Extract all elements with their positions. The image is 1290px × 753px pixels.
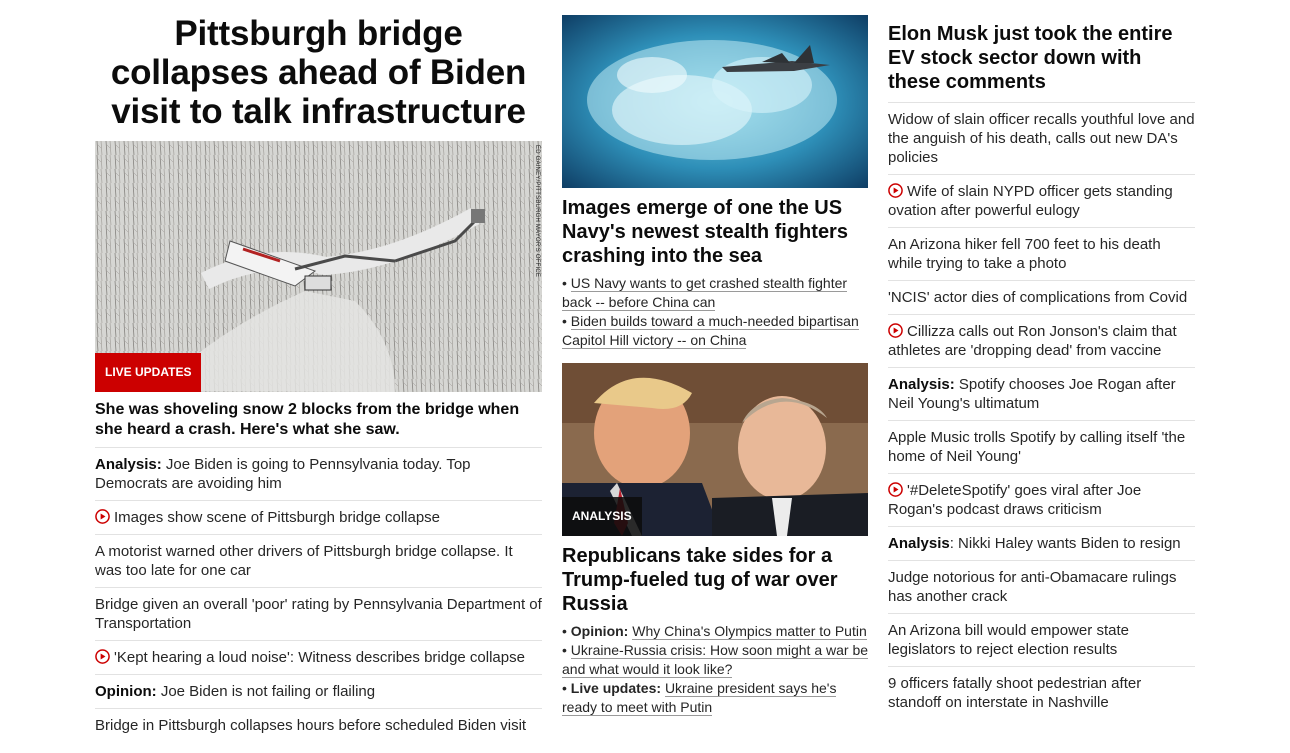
item-text: 'NCIS' actor dies of complications from … xyxy=(888,289,1188,306)
item-text: Wife of slain NYPD officer gets standing… xyxy=(888,183,1173,219)
bridge-collapse-image[interactable]: ED GAINEY/PITTSBURGH MAYOR'S OFFICE LIVE… xyxy=(95,141,542,392)
related-link[interactable]: • Biden builds toward a much-needed bipa… xyxy=(562,312,868,350)
list-item[interactable]: Opinion: Joe Biden is not failing or fla… xyxy=(95,675,542,709)
item-prefix: Analysis: xyxy=(95,456,162,473)
play-circle-icon xyxy=(95,509,110,524)
lead-story-title[interactable]: She was shoveling snow 2 blocks from the… xyxy=(95,400,542,448)
item-text: An Arizona hiker fell 700 feet to his de… xyxy=(888,236,1161,272)
item-prefix: Analysis: xyxy=(888,376,955,393)
russia-headline[interactable]: Republicans take sides for a Trump-fuele… xyxy=(562,544,868,616)
live-updates-badge: LIVE UPDATES xyxy=(95,353,202,392)
link-prefix: Opinion: xyxy=(570,623,629,639)
list-item[interactable]: Analysis: Spotify chooses Joe Rogan afte… xyxy=(888,368,1195,421)
fighter-photo xyxy=(562,15,868,188)
list-item[interactable]: '#DeleteSpotify' goes viral after Joe Ro… xyxy=(888,474,1195,527)
related-link[interactable]: • Ukraine-Russia crisis: How soon might … xyxy=(562,641,869,679)
item-text: Bridge in Pittsburgh collapses hours bef… xyxy=(95,717,527,734)
list-item[interactable]: Cillizza calls out Ron Jonson's claim th… xyxy=(888,315,1195,368)
play-circle-icon xyxy=(95,649,110,664)
related-list: Analysis: Joe Biden is going to Pennsylv… xyxy=(95,448,542,742)
related-link-text[interactable]: US Navy wants to get crashed stealth fig… xyxy=(562,275,848,311)
navy-headline[interactable]: Images emerge of one the US Navy's newes… xyxy=(562,196,868,268)
item-text: Widow of slain officer recalls youthful … xyxy=(888,111,1195,166)
right-column: Elon Musk just took the entire EV stock … xyxy=(888,0,1195,719)
elon-musk-headline[interactable]: Elon Musk just took the entire EV stock … xyxy=(888,22,1195,103)
middle-column: Images emerge of one the US Navy's newes… xyxy=(562,0,869,717)
item-text: Judge notorious for anti-Obamacare rulin… xyxy=(888,569,1177,605)
main-headline[interactable]: Pittsburgh bridge collapses ahead of Bid… xyxy=(95,14,542,131)
main-story-column: Pittsburgh bridge collapses ahead of Bid… xyxy=(95,0,542,742)
list-item[interactable]: An Arizona bill would empower state legi… xyxy=(888,614,1195,667)
item-text: Joe Biden is not failing or flailing xyxy=(156,683,376,700)
play-circle-icon xyxy=(888,183,903,198)
related-link-text[interactable]: Why China's Olympics matter to Putin xyxy=(632,623,867,640)
item-text: A motorist warned other drivers of Pitts… xyxy=(95,543,513,579)
item-text: 9 officers fatally shoot pedestrian afte… xyxy=(888,675,1142,711)
item-text: 'Kept hearing a loud noise': Witness des… xyxy=(114,649,525,666)
list-item[interactable]: Apple Music trolls Spotify by calling it… xyxy=(888,421,1195,474)
analysis-badge: ANALYSIS xyxy=(562,497,642,536)
related-link[interactable]: • US Navy wants to get crashed stealth f… xyxy=(562,274,868,312)
item-text: Apple Music trolls Spotify by calling it… xyxy=(888,429,1186,465)
item-prefix: Analysis xyxy=(888,535,950,552)
item-text: Images show scene of Pittsburgh bridge c… xyxy=(114,509,441,526)
list-item[interactable]: Judge notorious for anti-Obamacare rulin… xyxy=(888,561,1195,614)
list-item[interactable]: Widow of slain officer recalls youthful … xyxy=(888,103,1195,175)
navy-related-links: • US Navy wants to get crashed stealth f… xyxy=(562,274,868,350)
russia-related-links: • Opinion: Why China's Olympics matter t… xyxy=(562,622,869,717)
item-text: An Arizona bill would empower state legi… xyxy=(888,622,1129,658)
play-circle-icon xyxy=(888,323,903,338)
list-item[interactable]: Bridge in Pittsburgh collapses hours bef… xyxy=(95,709,542,742)
list-item[interactable]: Images show scene of Pittsburgh bridge c… xyxy=(95,501,542,535)
image-credit: ED GAINEY/PITTSBURGH MAYOR'S OFFICE xyxy=(534,145,540,278)
link-prefix: Live updates: xyxy=(570,680,662,696)
list-item[interactable]: Wife of slain NYPD officer gets standing… xyxy=(888,175,1195,228)
list-item[interactable]: 'NCIS' actor dies of complications from … xyxy=(888,281,1195,315)
item-text: Cillizza calls out Ron Jonson's claim th… xyxy=(888,323,1177,359)
list-item[interactable]: 9 officers fatally shoot pedestrian afte… xyxy=(888,667,1195,719)
stealth-fighter-image[interactable] xyxy=(562,15,868,188)
headline-list: Widow of slain officer recalls youthful … xyxy=(888,103,1195,719)
list-item[interactable]: A motorist warned other drivers of Pitts… xyxy=(95,535,542,588)
related-link-text[interactable]: Biden builds toward a much-needed bipart… xyxy=(562,313,859,349)
trump-putin-image[interactable]: ANALYSIS xyxy=(562,363,868,536)
related-link[interactable]: • Opinion: Why China's Olympics matter t… xyxy=(562,622,868,641)
list-item[interactable]: 'Kept hearing a loud noise': Witness des… xyxy=(95,641,542,675)
play-circle-icon xyxy=(888,482,903,497)
list-item[interactable]: Analysis: Nikki Haley wants Biden to res… xyxy=(888,527,1195,561)
related-link[interactable]: • Live updates: Ukraine president says h… xyxy=(562,679,868,717)
list-item[interactable]: Bridge given an overall 'poor' rating by… xyxy=(95,588,542,641)
item-text: : Nikki Haley wants Biden to resign xyxy=(949,535,1181,552)
list-item[interactable]: Analysis: Joe Biden is going to Pennsylv… xyxy=(95,448,542,501)
item-prefix: Opinion: xyxy=(95,683,157,700)
item-text: Bridge given an overall 'poor' rating by… xyxy=(95,596,542,632)
item-text: '#DeleteSpotify' goes viral after Joe Ro… xyxy=(888,482,1142,518)
related-link-text[interactable]: Ukraine-Russia crisis: How soon might a … xyxy=(562,642,869,678)
list-item[interactable]: An Arizona hiker fell 700 feet to his de… xyxy=(888,228,1195,281)
